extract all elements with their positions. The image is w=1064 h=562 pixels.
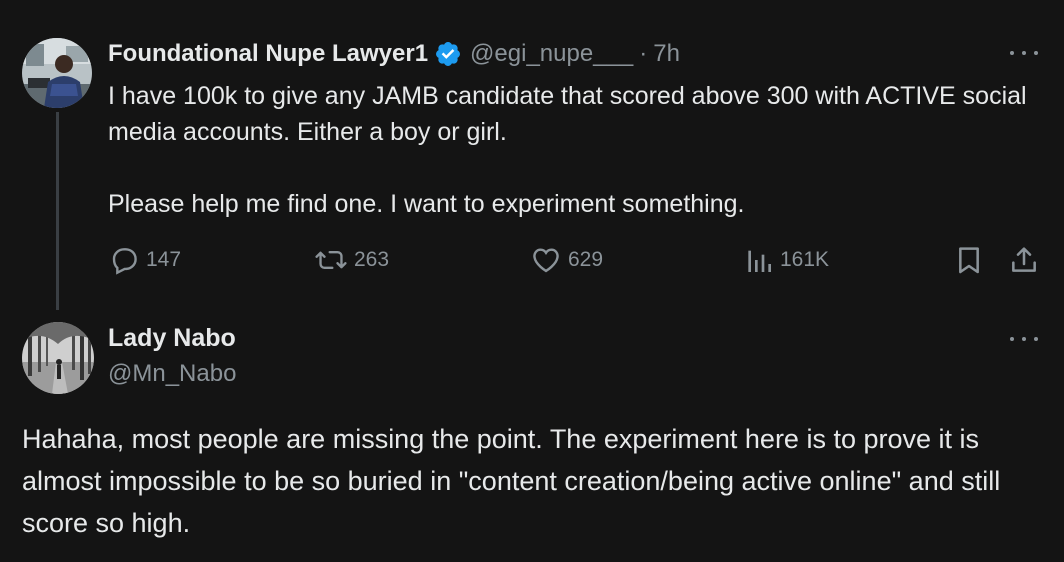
tweet-more-ellipsis-icon[interactable] [1010, 48, 1038, 58]
speech-bubble-icon [112, 248, 137, 275]
like-count: 629 [568, 248, 604, 271]
views-button[interactable]: 161K [744, 244, 829, 276]
reply-more-ellipsis-icon[interactable] [1010, 334, 1038, 344]
bookmark-button[interactable] [954, 244, 984, 276]
thread-connector-line [56, 112, 59, 310]
reply-body: Hahaha, most people are missing the poin… [22, 424, 1001, 538]
tweet-timestamp[interactable]: 7h [653, 38, 680, 70]
views-count: 161K [780, 248, 830, 271]
reply-author-name[interactable]: Lady Nabo [108, 322, 236, 354]
tweet-author-handle[interactable]: @egi_nupe___ [470, 38, 633, 70]
tweet-author-name[interactable]: Foundational Nupe Lawyer1 [108, 38, 428, 70]
reply-button[interactable]: 147 [108, 244, 181, 276]
avatar-photo-icon [22, 38, 92, 108]
share-upload-icon [1012, 247, 1036, 272]
tweet-body: I have 100k to give any JAMB candidate t… [108, 78, 1048, 222]
header-separator: · [639, 40, 648, 67]
heart-icon [533, 248, 559, 273]
tweet-paragraph: I have 100k to give any JAMB candidate t… [108, 82, 1027, 146]
tweet-author-avatar[interactable] [22, 38, 92, 108]
tweet-header: Foundational Nupe Lawyer1 @egi_nupe___ ·… [108, 38, 680, 70]
share-button[interactable] [1008, 244, 1040, 276]
reply-count: 147 [146, 248, 182, 271]
avatar-photo-icon [22, 322, 94, 394]
verified-badge-icon [434, 40, 462, 68]
repost-arrows-icon [315, 250, 347, 270]
like-button[interactable]: 629 [530, 244, 603, 276]
reply-author-handle[interactable]: @Mn_Nabo [108, 358, 236, 390]
bar-chart-icon [748, 250, 771, 272]
reply-author-avatar[interactable] [22, 322, 94, 394]
repost-button[interactable]: 263 [314, 244, 389, 276]
tweet-paragraph: Please help me find one. I want to exper… [108, 190, 745, 218]
repost-count: 263 [354, 248, 390, 271]
bookmark-icon [959, 247, 979, 274]
